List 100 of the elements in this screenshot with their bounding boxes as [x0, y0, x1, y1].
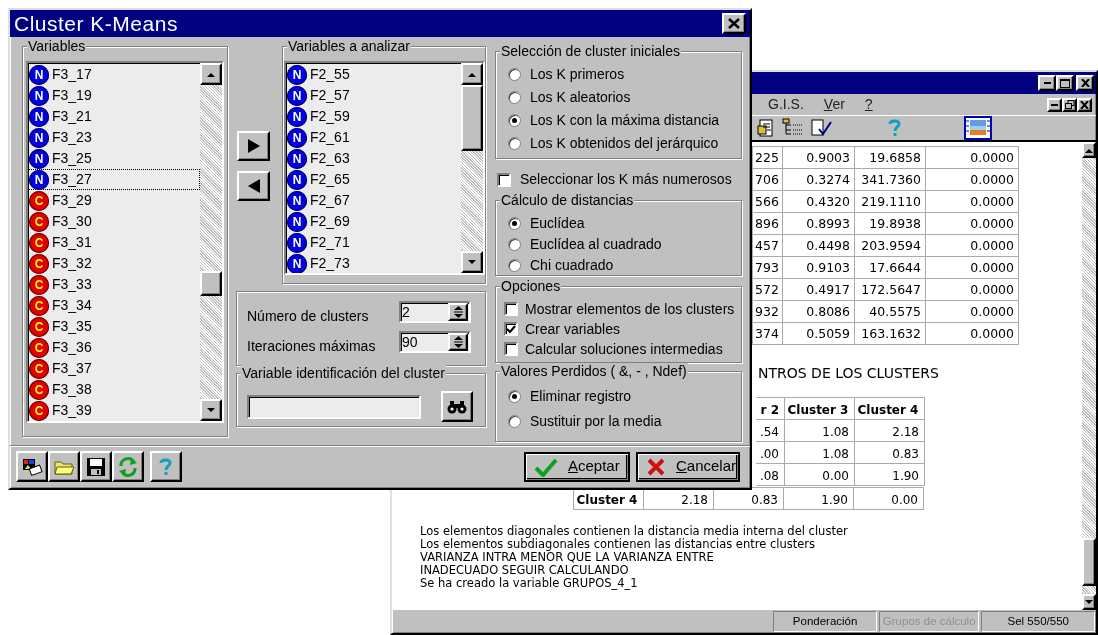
list-item[interactable]: N F2_63: [286, 148, 461, 169]
list-item[interactable]: N F3_27: [28, 169, 200, 190]
radio-option[interactable]: Los K con la máxima distancia: [508, 110, 741, 131]
list-item[interactable]: C F3_38: [28, 379, 200, 400]
radio-option[interactable]: Los K aleatorios: [508, 87, 741, 108]
cancel-button[interactable]: Cancelar: [636, 451, 740, 482]
radio-button[interactable]: [508, 390, 521, 403]
list-item[interactable]: C F3_29: [28, 190, 200, 211]
list-item[interactable]: N F2_61: [286, 127, 461, 148]
radio-option[interactable]: Euclídea al cuadrado: [508, 234, 741, 255]
close-button[interactable]: [722, 13, 746, 34]
toolbar-button[interactable]: [16, 451, 48, 482]
list-item[interactable]: C F3_32: [28, 253, 200, 274]
radio-button[interactable]: [508, 68, 521, 81]
checked-document-icon[interactable]: [810, 118, 832, 138]
radio-option[interactable]: Eliminar registro: [508, 386, 741, 407]
radio-button[interactable]: [508, 137, 521, 150]
checkbox[interactable]: [497, 172, 511, 187]
scroll-down-button[interactable]: [1082, 594, 1096, 610]
radio-button[interactable]: [508, 91, 521, 104]
number-field[interactable]: 2: [399, 301, 471, 323]
menu-item[interactable]: ?: [864, 94, 883, 115]
radio-button[interactable]: [508, 238, 521, 251]
close-button[interactable]: [1077, 97, 1092, 112]
scrollbar[interactable]: [200, 63, 222, 421]
minimize-button[interactable]: [1047, 97, 1062, 112]
close-button[interactable]: [1076, 75, 1094, 91]
type-badge: N: [29, 106, 49, 127]
list-item[interactable]: C F3_30: [28, 211, 200, 232]
list-item[interactable]: N F2_71: [286, 232, 461, 253]
list-item[interactable]: N F2_57: [286, 85, 461, 106]
radio-option[interactable]: Sustituir por la media: [508, 411, 741, 432]
checkbox-option[interactable]: Crear variables: [504, 319, 741, 339]
spin-button[interactable]: [448, 333, 468, 351]
table-header-cell: Cluster 4: [854, 397, 925, 420]
document-icon[interactable]: [756, 118, 776, 138]
checkbox-option[interactable]: Calcular soluciones intermedias: [504, 339, 741, 359]
list-item[interactable]: N F2_73: [286, 253, 461, 273]
number-field[interactable]: 90: [399, 331, 471, 353]
menu-item[interactable]: G.I.S.: [768, 94, 814, 115]
list-item[interactable]: N F3_21: [28, 106, 200, 127]
tree-icon[interactable]: [782, 118, 804, 138]
list-item[interactable]: C F3_39: [28, 400, 200, 421]
scroll-thumb[interactable]: [1082, 538, 1096, 586]
radio-button[interactable]: [508, 259, 521, 272]
type-badge: C: [29, 232, 49, 253]
scroll-thumb[interactable]: [200, 271, 222, 296]
list-item[interactable]: C F3_34: [28, 295, 200, 316]
film-icon[interactable]: [964, 116, 992, 140]
checkbox[interactable]: [504, 342, 518, 356]
toolbar-button[interactable]: [80, 451, 112, 482]
list-item[interactable]: N F2_59: [286, 106, 461, 127]
scroll-down-button[interactable]: [461, 251, 483, 273]
radio-option[interactable]: Chi cuadrado: [508, 255, 741, 276]
table-cell: 40.5575: [855, 301, 926, 323]
list-item[interactable]: C F3_31: [28, 232, 200, 253]
checkbox-option[interactable]: Mostrar elementos de los clusters: [504, 299, 741, 319]
toolbar-button[interactable]: [150, 451, 182, 482]
list-item[interactable]: N F3_17: [28, 64, 200, 85]
restore-button[interactable]: [1062, 97, 1077, 112]
radio-button[interactable]: [508, 114, 521, 127]
input-field[interactable]: [247, 394, 421, 419]
radio-button[interactable]: [508, 415, 521, 428]
list-item[interactable]: C F3_33: [28, 274, 200, 295]
maximize-icon: [1060, 78, 1070, 88]
checkbox-option[interactable]: Seleccionar los K más numerosos: [497, 169, 742, 190]
list-item[interactable]: N F2_65: [286, 169, 461, 190]
toolbar-button[interactable]: [48, 451, 80, 482]
checkbox[interactable]: [504, 322, 518, 336]
minimize-button[interactable]: [1038, 75, 1056, 91]
spin-button[interactable]: [448, 303, 468, 321]
checkbox[interactable]: [504, 302, 518, 316]
scroll-up-button[interactable]: [200, 63, 222, 85]
list-item[interactable]: N F3_23: [28, 127, 200, 148]
scrollbar[interactable]: [1082, 142, 1096, 610]
scroll-up-button[interactable]: [1082, 142, 1096, 158]
search-button[interactable]: [441, 391, 473, 422]
list-item[interactable]: N F3_19: [28, 85, 200, 106]
list-item[interactable]: C F3_37: [28, 358, 200, 379]
radio-button[interactable]: [508, 217, 521, 230]
list-item[interactable]: C F3_36: [28, 337, 200, 358]
accept-button[interactable]: Aceptar: [524, 451, 630, 482]
scroll-down-button[interactable]: [200, 399, 222, 421]
radio-option[interactable]: Los K primeros: [508, 64, 741, 85]
list-item[interactable]: C F3_35: [28, 316, 200, 337]
list-item[interactable]: N F2_55: [286, 64, 461, 85]
list-item[interactable]: N F2_69: [286, 211, 461, 232]
list-item[interactable]: N F2_67: [286, 190, 461, 211]
scroll-up-button[interactable]: [461, 63, 483, 85]
up-down-arrows-icon: [453, 305, 463, 319]
maximize-button[interactable]: [1056, 75, 1074, 91]
list-item[interactable]: N F3_25: [28, 148, 200, 169]
scroll-thumb[interactable]: [461, 85, 483, 151]
toolbar-button[interactable]: [112, 451, 144, 482]
remove-button[interactable]: [237, 171, 270, 201]
scrollbar[interactable]: [461, 63, 483, 273]
menu-item[interactable]: Ver: [823, 94, 855, 115]
radio-option[interactable]: Euclídea: [508, 213, 741, 234]
radio-option[interactable]: Los K obtenidos del jerárquico: [508, 133, 741, 154]
add-button[interactable]: [237, 131, 270, 161]
